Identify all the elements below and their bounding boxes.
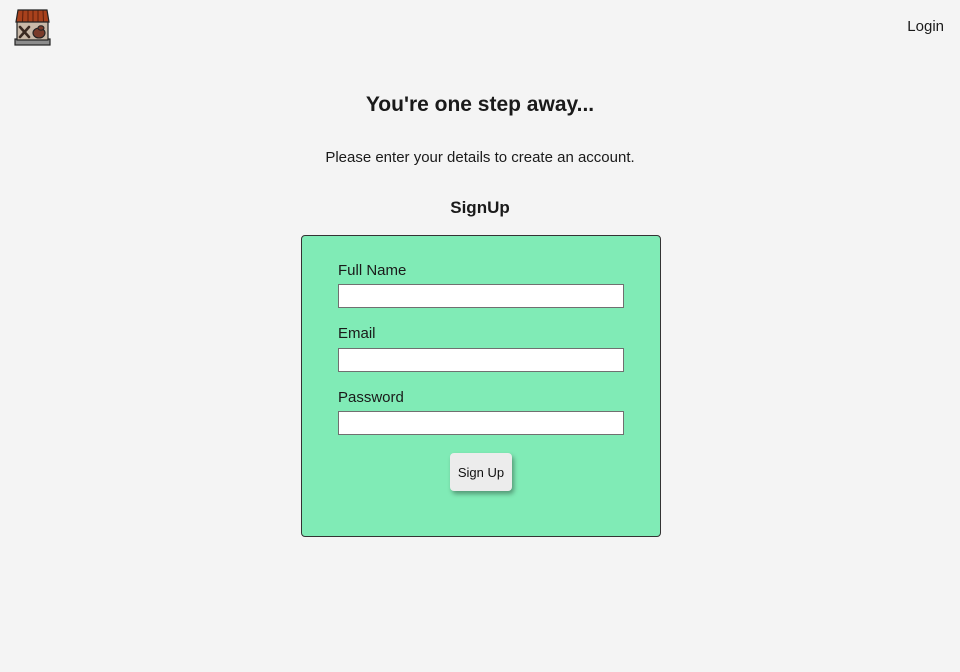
password-label: Password [338,389,404,406]
top-nav: Login [0,0,960,54]
password-field[interactable] [338,411,624,435]
sign-up-button[interactable]: Sign Up [450,453,512,491]
login-link[interactable]: Login [907,18,944,35]
full-name-field[interactable] [338,284,624,308]
page-headline: You're one step away... [365,93,595,116]
storefront-logo-icon[interactable] [14,9,51,46]
intro-text: Please enter your details to create an a… [325,149,635,166]
full-name-label: Full Name [338,262,407,279]
signup-form: Full Name Email Password Sign Up [301,235,661,537]
email-label: Email [338,325,376,342]
signup-form-title: SignUp [450,198,510,217]
email-field[interactable] [338,348,624,372]
